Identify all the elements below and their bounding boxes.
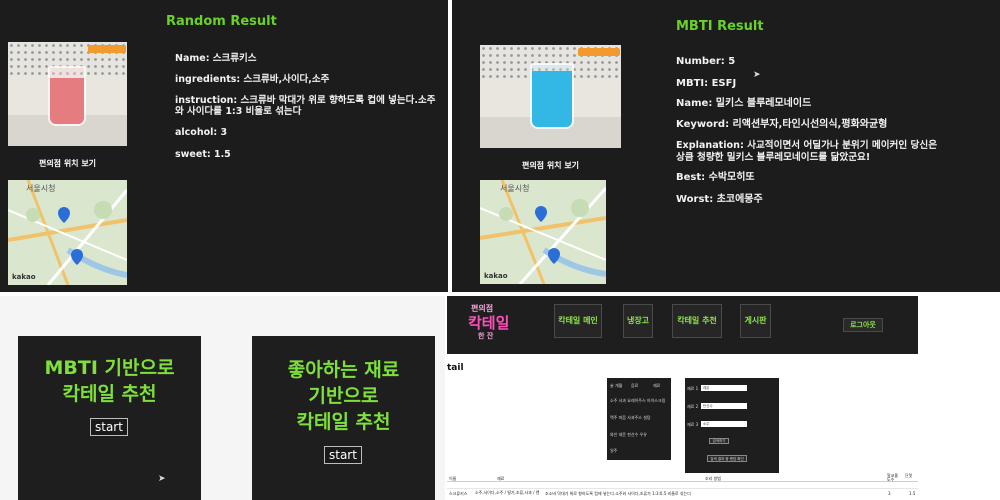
field-explanation-cont: 상큼 청량한 밀키스 블루레모네이드를 닮았군요!	[676, 152, 871, 163]
ing-col-2[interactable]: 음료	[631, 383, 638, 389]
nav-fridge[interactable]: 냉장고	[623, 304, 653, 338]
nav-cocktail-recommend[interactable]: 칵테일 추천	[672, 304, 722, 338]
table-row-method: 조소바 막대가 위로 향하도록 컵에 넣는다.소주와 사이다,조류가 1:3:0…	[545, 491, 691, 496]
ingredient-1-input[interactable]: 레몬	[701, 385, 747, 391]
ing-row-3[interactable]: 맥주 마음 사과주스 설탕	[610, 415, 651, 421]
card-title-line1: 좋아하는 재료	[287, 359, 400, 381]
map-place-label: 서울시청	[26, 184, 56, 193]
table-row-sweet: 1.5	[909, 491, 916, 496]
mbti-result-panel: MBTI Result 편의점 위치 보기 서울시청 kakao Number:…	[452, 0, 1000, 292]
field-ingredients: ingredients: 스크류바,사이다,소주	[175, 74, 330, 85]
table-row-ingredients: 소주,사이다,소주 / 딸기,조류,사과 / 캔	[475, 490, 540, 495]
map-graphic	[8, 180, 127, 285]
site-navbar: 편의점 칵테일 한 잔 칵테일 메인 냉장고 칵테일 추천 게시판 로그아웃	[447, 296, 918, 354]
ingredient-2-label: 재료 2	[687, 404, 699, 409]
card-title-line1: MBTI 기반으로	[44, 357, 175, 379]
ing-row-4[interactable]: 와인 데운 판산수 우유	[610, 432, 647, 438]
table-divider	[447, 488, 918, 489]
store-map[interactable]: 서울시청 kakao	[8, 180, 127, 285]
col-header-name: 이름	[449, 476, 457, 481]
glass-blue-drink	[530, 63, 574, 129]
ingredient-recommend-card[interactable]: 좋아하는 재료 기반으로 칵테일 추천 start	[252, 336, 435, 500]
table-row-name: 스크류키스	[449, 491, 468, 496]
ingredient-2-input[interactable]: 탄산수	[701, 403, 747, 409]
site-page: 편의점 칵테일 한 잔 칵테일 메인 냉장고 칵테일 추천 게시판 로그아웃 t…	[447, 296, 918, 500]
ing-row-5[interactable]: 일주	[610, 448, 617, 454]
field-mbti: MBTI: ESFJ	[676, 78, 737, 89]
cocktail-photo	[480, 45, 621, 148]
page-label: tail	[447, 363, 464, 373]
map-place-label: 서울시청	[500, 184, 530, 193]
sticker-decoration	[578, 48, 620, 56]
card-title-line2: 칵테일 추천	[62, 383, 157, 405]
start-button[interactable]: start	[324, 446, 362, 464]
ing-col-1[interactable]: 술 개월	[610, 383, 622, 389]
field-name: Name: 밀키스 블루레모네이드	[676, 98, 812, 109]
glass-red-drink	[48, 66, 86, 126]
field-sweet: sweet: 1.5	[175, 149, 231, 160]
nav-board[interactable]: 게시판	[740, 304, 771, 338]
logo-line3: 한 잔	[478, 332, 494, 340]
search-button[interactable]: 검색하기	[709, 438, 729, 444]
start-button[interactable]: start	[90, 418, 128, 436]
ingredient-search-box: 재료 1 레몬 재료 2 탄산수 재료 3 소주 검색하기 검색 결과 중 랜덤…	[685, 378, 779, 473]
ingredient-3-label: 재료 3	[687, 422, 699, 427]
sticker-decoration	[88, 45, 126, 53]
field-alcohol: alcohol: 3	[175, 127, 228, 138]
see-store-location-label[interactable]: 편의점 위치 보기	[8, 158, 127, 169]
card-title-line2: 기반으로	[308, 385, 379, 407]
random-result-button[interactable]: 검색 결과 중 랜덤 확인	[707, 455, 747, 462]
random-result-title: Random Result	[166, 14, 277, 29]
col-header-alcohol: 알코올 도수	[887, 473, 899, 482]
col-header-method: 조리 방법	[705, 476, 721, 481]
field-worst: Worst: 초코에몽주	[676, 194, 763, 205]
mouse-cursor-icon: ➤	[158, 474, 166, 484]
map-graphic	[480, 180, 606, 284]
ing-row-2[interactable]: 소주 사과 요레이주스 아이스크림	[610, 398, 665, 404]
recommend-page: MBTI 기반으로 칵테일 추천 start ➤ 좋아하는 재료 기반으로 칵테…	[0, 296, 445, 500]
mbti-result-title: MBTI Result	[676, 19, 764, 34]
col-header-sweet: 단맛	[905, 473, 913, 478]
mouse-cursor-icon: ➤	[753, 70, 761, 80]
logout-button[interactable]: 로그아웃	[843, 318, 883, 332]
table-row-alcohol: 3	[888, 491, 891, 496]
field-name: Name: 스크류키스	[175, 53, 257, 64]
col-header-ingredients: 재료	[497, 476, 505, 481]
ingredient-select-box: 술 개월 음료 재료 소주 사과 요레이주스 아이스크림 맥주 마음 사과주스 …	[607, 378, 671, 460]
field-best: Best: 수박모히또	[676, 172, 755, 183]
field-number: Number: 5	[676, 56, 736, 67]
kakao-map-logo: kakao	[12, 273, 36, 281]
logo-line2[interactable]: 칵테일	[468, 312, 509, 333]
store-map[interactable]: 서울시청 kakao	[480, 180, 606, 284]
kakao-map-logo: kakao	[484, 272, 508, 280]
ingredient-3-input[interactable]: 소주	[701, 421, 747, 427]
field-instruction-cont: 와 사이다를 1:3 비율로 섞는다	[175, 106, 302, 117]
ing-col-3[interactable]: 재료	[653, 383, 660, 389]
table-divider	[447, 481, 918, 482]
ingredient-1-label: 재료 1	[687, 386, 699, 391]
cocktail-photo	[8, 42, 127, 146]
field-keyword: Keyword: 리액션부자,타인시선의식,평화와균형	[676, 119, 888, 130]
see-store-location-label[interactable]: 편의점 위치 보기	[480, 160, 621, 171]
mbti-recommend-card[interactable]: MBTI 기반으로 칵테일 추천 start ➤	[18, 336, 201, 500]
nav-cocktail-main[interactable]: 칵테일 메인	[554, 304, 602, 338]
field-explanation: Explanation: 사교적이면서 어딜가나 분위기 메이커인 당신은	[676, 140, 938, 151]
card-title-line3: 칵테일 추천	[296, 411, 391, 433]
random-result-panel: Random Result 편의점 위치 보기 서울시청 kakao Name:…	[0, 0, 448, 292]
